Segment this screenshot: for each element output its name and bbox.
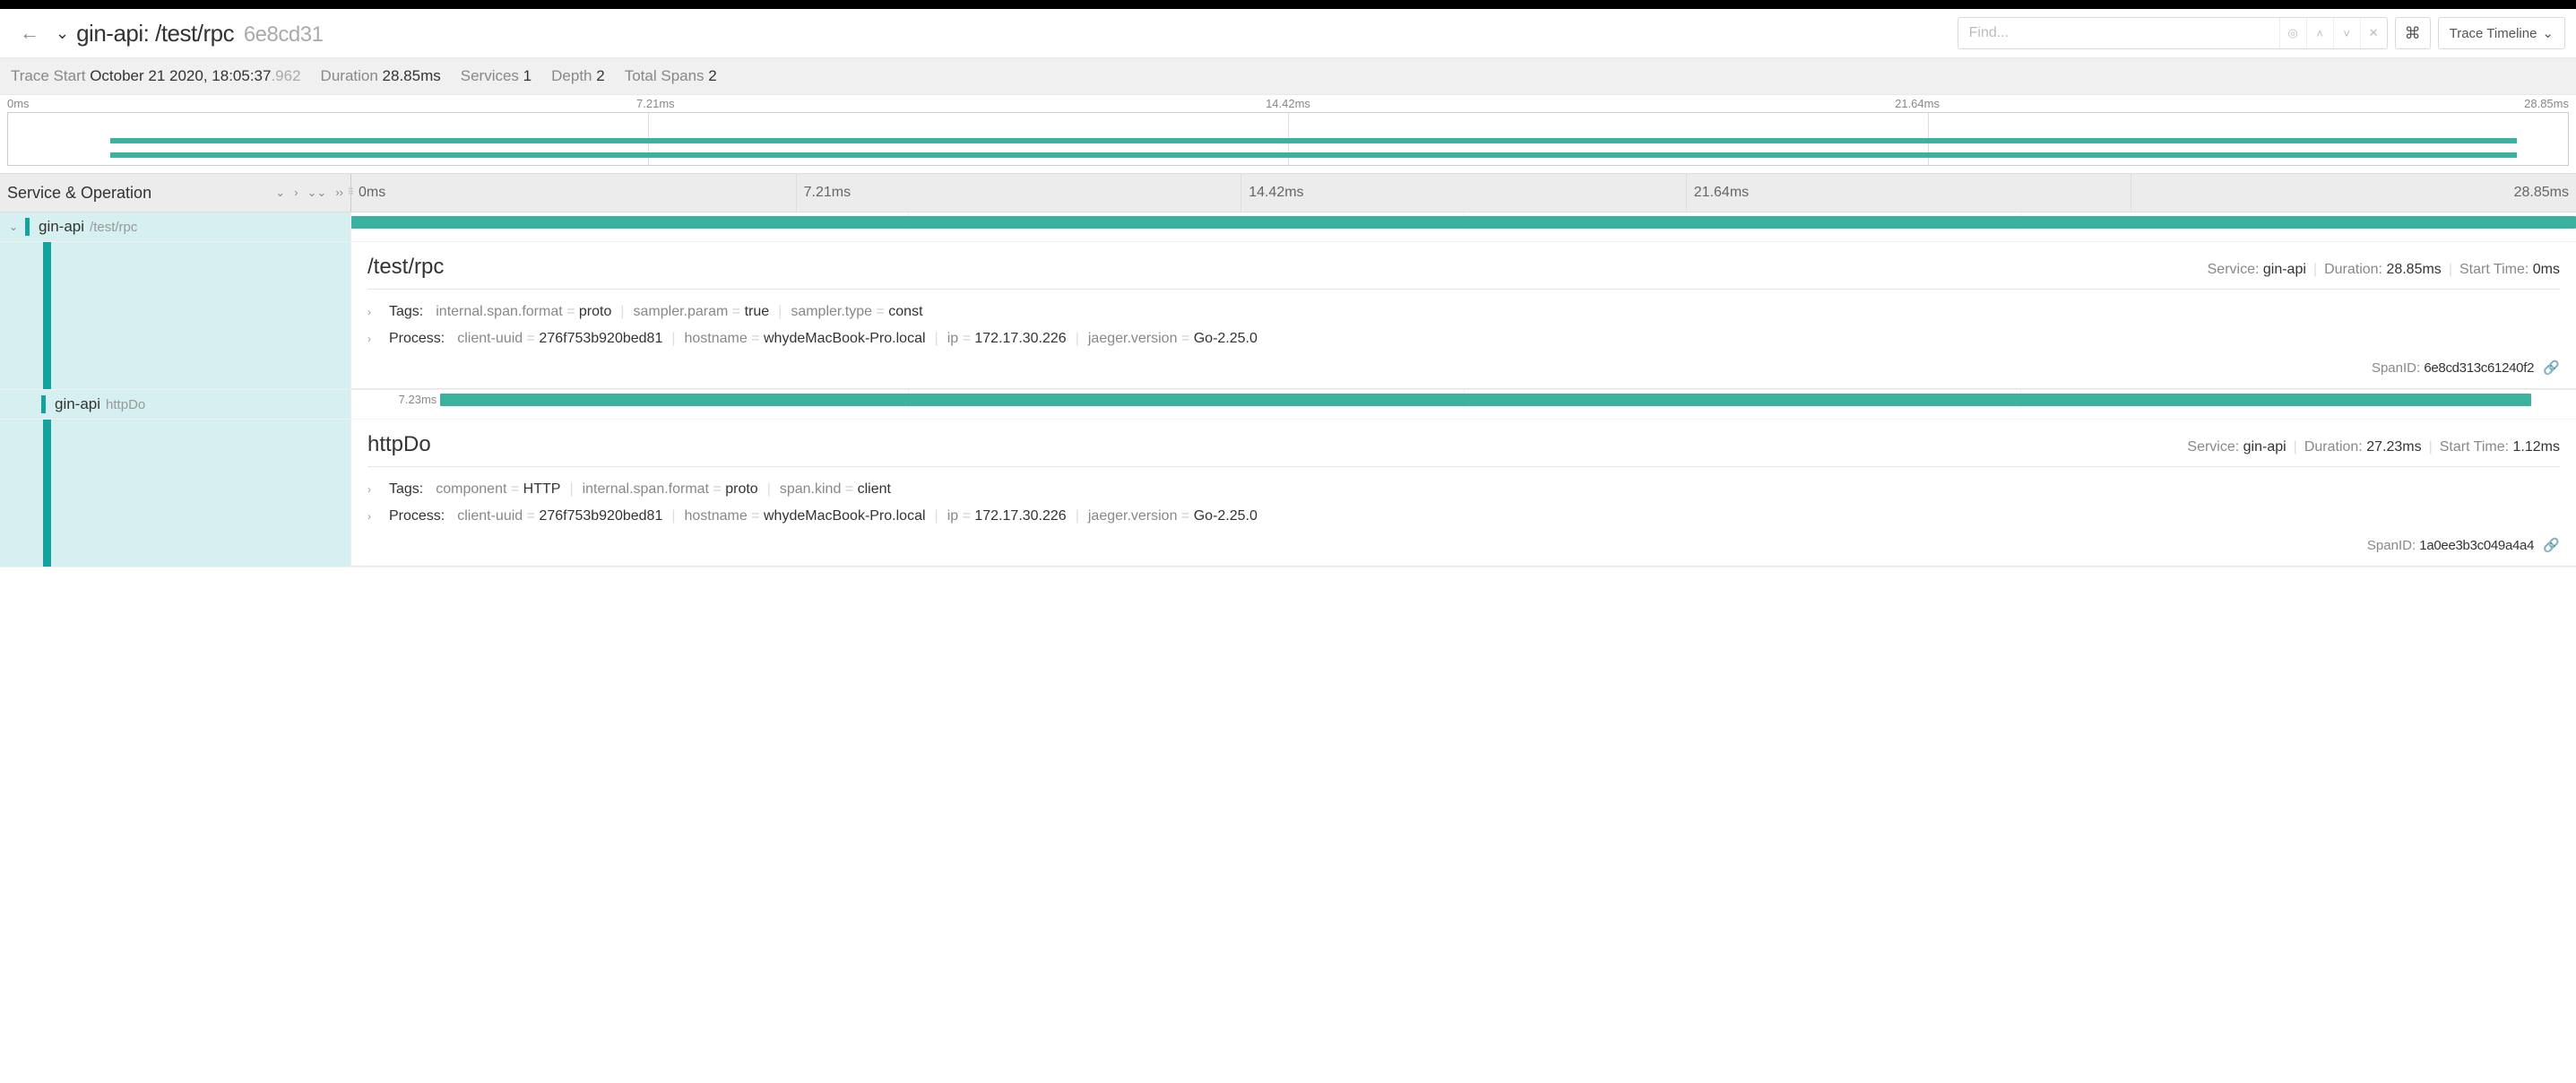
link-icon[interactable]: 🔗 (2543, 538, 2560, 553)
minimap-span-bar (110, 152, 2517, 158)
tags-line[interactable]: › Tags: component = HTTP|internal.span.f… (367, 476, 2560, 503)
kv-pair: ip = 172.17.30.226 (947, 331, 1067, 347)
service-color-marker (25, 218, 30, 236)
span-bar[interactable] (440, 394, 2531, 406)
expand-icon[interactable]: › (367, 510, 380, 523)
span-duration-label: 7.23ms (399, 393, 437, 406)
expand-icon[interactable]: › (367, 306, 380, 318)
span-id-line: SpanID: 6e8cd313c61240f2 🔗 (367, 352, 2560, 376)
kv-pair: hostname = whydeMacBook-Pro.local (685, 508, 926, 524)
kv-pair: sampler.type = const (791, 304, 922, 320)
minimap[interactable] (7, 112, 2569, 166)
service-color-marker (43, 242, 51, 389)
service-color-marker (41, 395, 46, 413)
span-detail-gutter (0, 420, 351, 567)
kv-pair: span.kind = client (780, 481, 891, 498)
span-row-left[interactable]: ⌄ gin-api /test/rpc (0, 212, 351, 241)
span-detail-body: httpDo Service: gin-api| Duration: 27.23… (351, 420, 2576, 567)
kv-pair: sampler.param = true (634, 304, 770, 320)
link-icon[interactable]: 🔗 (2543, 360, 2560, 376)
toggle-span-icon[interactable]: ⌄ (9, 221, 25, 233)
span-bar-area[interactable]: 7.23ms (351, 390, 2576, 408)
service-color-marker (43, 420, 51, 567)
kv-pair: internal.span.format = proto (436, 304, 611, 320)
collapse-icon[interactable]: ⌄ (56, 24, 69, 43)
service-operation-header: Service & Operation ⌄ › ⌄⌄ ›› ⠿ (0, 174, 351, 212)
view-mode-select[interactable]: Trace Timeline ⌄ (2438, 17, 2565, 49)
span-detail-title: /test/rpc (367, 255, 444, 280)
span-row-left[interactable]: gin-api httpDo (0, 390, 351, 419)
view-mode-label: Trace Timeline (2450, 26, 2537, 41)
minimap-ticks: 0ms 7.21ms 14.42ms 21.64ms 28.85ms (0, 95, 2576, 110)
operation-name: httpDo (106, 397, 145, 412)
minimap-span-bar (110, 138, 2517, 143)
expand-icon[interactable]: › (367, 483, 380, 496)
find-clear-icon[interactable]: ✕ (2360, 18, 2387, 48)
span-id-line: SpanID: 1a0ee3b3c049a4a4 🔗 (367, 530, 2560, 553)
span-detail-body: /test/rpc Service: gin-api| Duration: 28… (351, 242, 2576, 389)
kv-pair: jaeger.version = Go-2.25.0 (1088, 331, 1258, 347)
kv-pair: jaeger.version = Go-2.25.0 (1088, 508, 1258, 524)
process-line[interactable]: › Process: client-uuid = 276f753b920bed8… (367, 325, 2560, 352)
collapse-all-icon[interactable]: ⌄⌄ (307, 186, 327, 200)
expand-one-icon[interactable]: › (294, 186, 298, 200)
shortcut-button[interactable]: ⌘ (2395, 17, 2431, 49)
tags-line[interactable]: › Tags: internal.span.format = proto|sam… (367, 299, 2560, 325)
find-locate-icon[interactable]: ◎ (2279, 18, 2306, 48)
expand-all-icon[interactable]: ›› (335, 186, 343, 200)
kv-pair: hostname = whydeMacBook-Pro.local (685, 331, 926, 347)
timeline-ticks: 0ms 7.21ms 14.42ms 21.64ms 28.85ms (351, 174, 2576, 212)
process-line[interactable]: › Process: client-uuid = 276f753b920bed8… (367, 503, 2560, 530)
service-name: gin-api (39, 218, 84, 236)
collapse-one-icon[interactable]: ⌄ (275, 186, 285, 200)
find-prev-icon[interactable]: ˄ (2306, 18, 2333, 48)
back-button[interactable]: ← (11, 16, 48, 50)
expand-icon[interactable]: › (367, 333, 380, 345)
kv-pair: client-uuid = 276f753b920bed81 (457, 508, 662, 524)
span-bar-area[interactable] (351, 212, 2576, 230)
find-next-icon[interactable]: ˅ (2333, 18, 2360, 48)
page-title: gin-api: /test/rpc 6e8cd31 (76, 20, 323, 48)
kv-pair: ip = 172.17.30.226 (947, 508, 1067, 524)
kv-pair: internal.span.format = proto (583, 481, 758, 498)
kv-pair: component = HTTP (436, 481, 560, 498)
span-detail-title: httpDo (367, 432, 431, 457)
service-name: gin-api (55, 395, 100, 413)
trace-id: 6e8cd31 (244, 22, 324, 47)
span-bar[interactable] (351, 216, 2576, 229)
search-input[interactable] (1958, 25, 2279, 41)
span-detail-gutter (0, 242, 351, 389)
trace-meta-bar: Trace Start October 21 2020, 18:05:37.96… (0, 58, 2576, 95)
kv-pair: client-uuid = 276f753b920bed81 (457, 331, 662, 347)
find-box: ◎ ˄ ˅ ✕ (1958, 17, 2388, 49)
chevron-down-icon: ⌄ (2542, 25, 2554, 41)
column-resize-handle[interactable]: ⠿ (348, 188, 354, 198)
operation-name: /test/rpc (90, 220, 137, 235)
